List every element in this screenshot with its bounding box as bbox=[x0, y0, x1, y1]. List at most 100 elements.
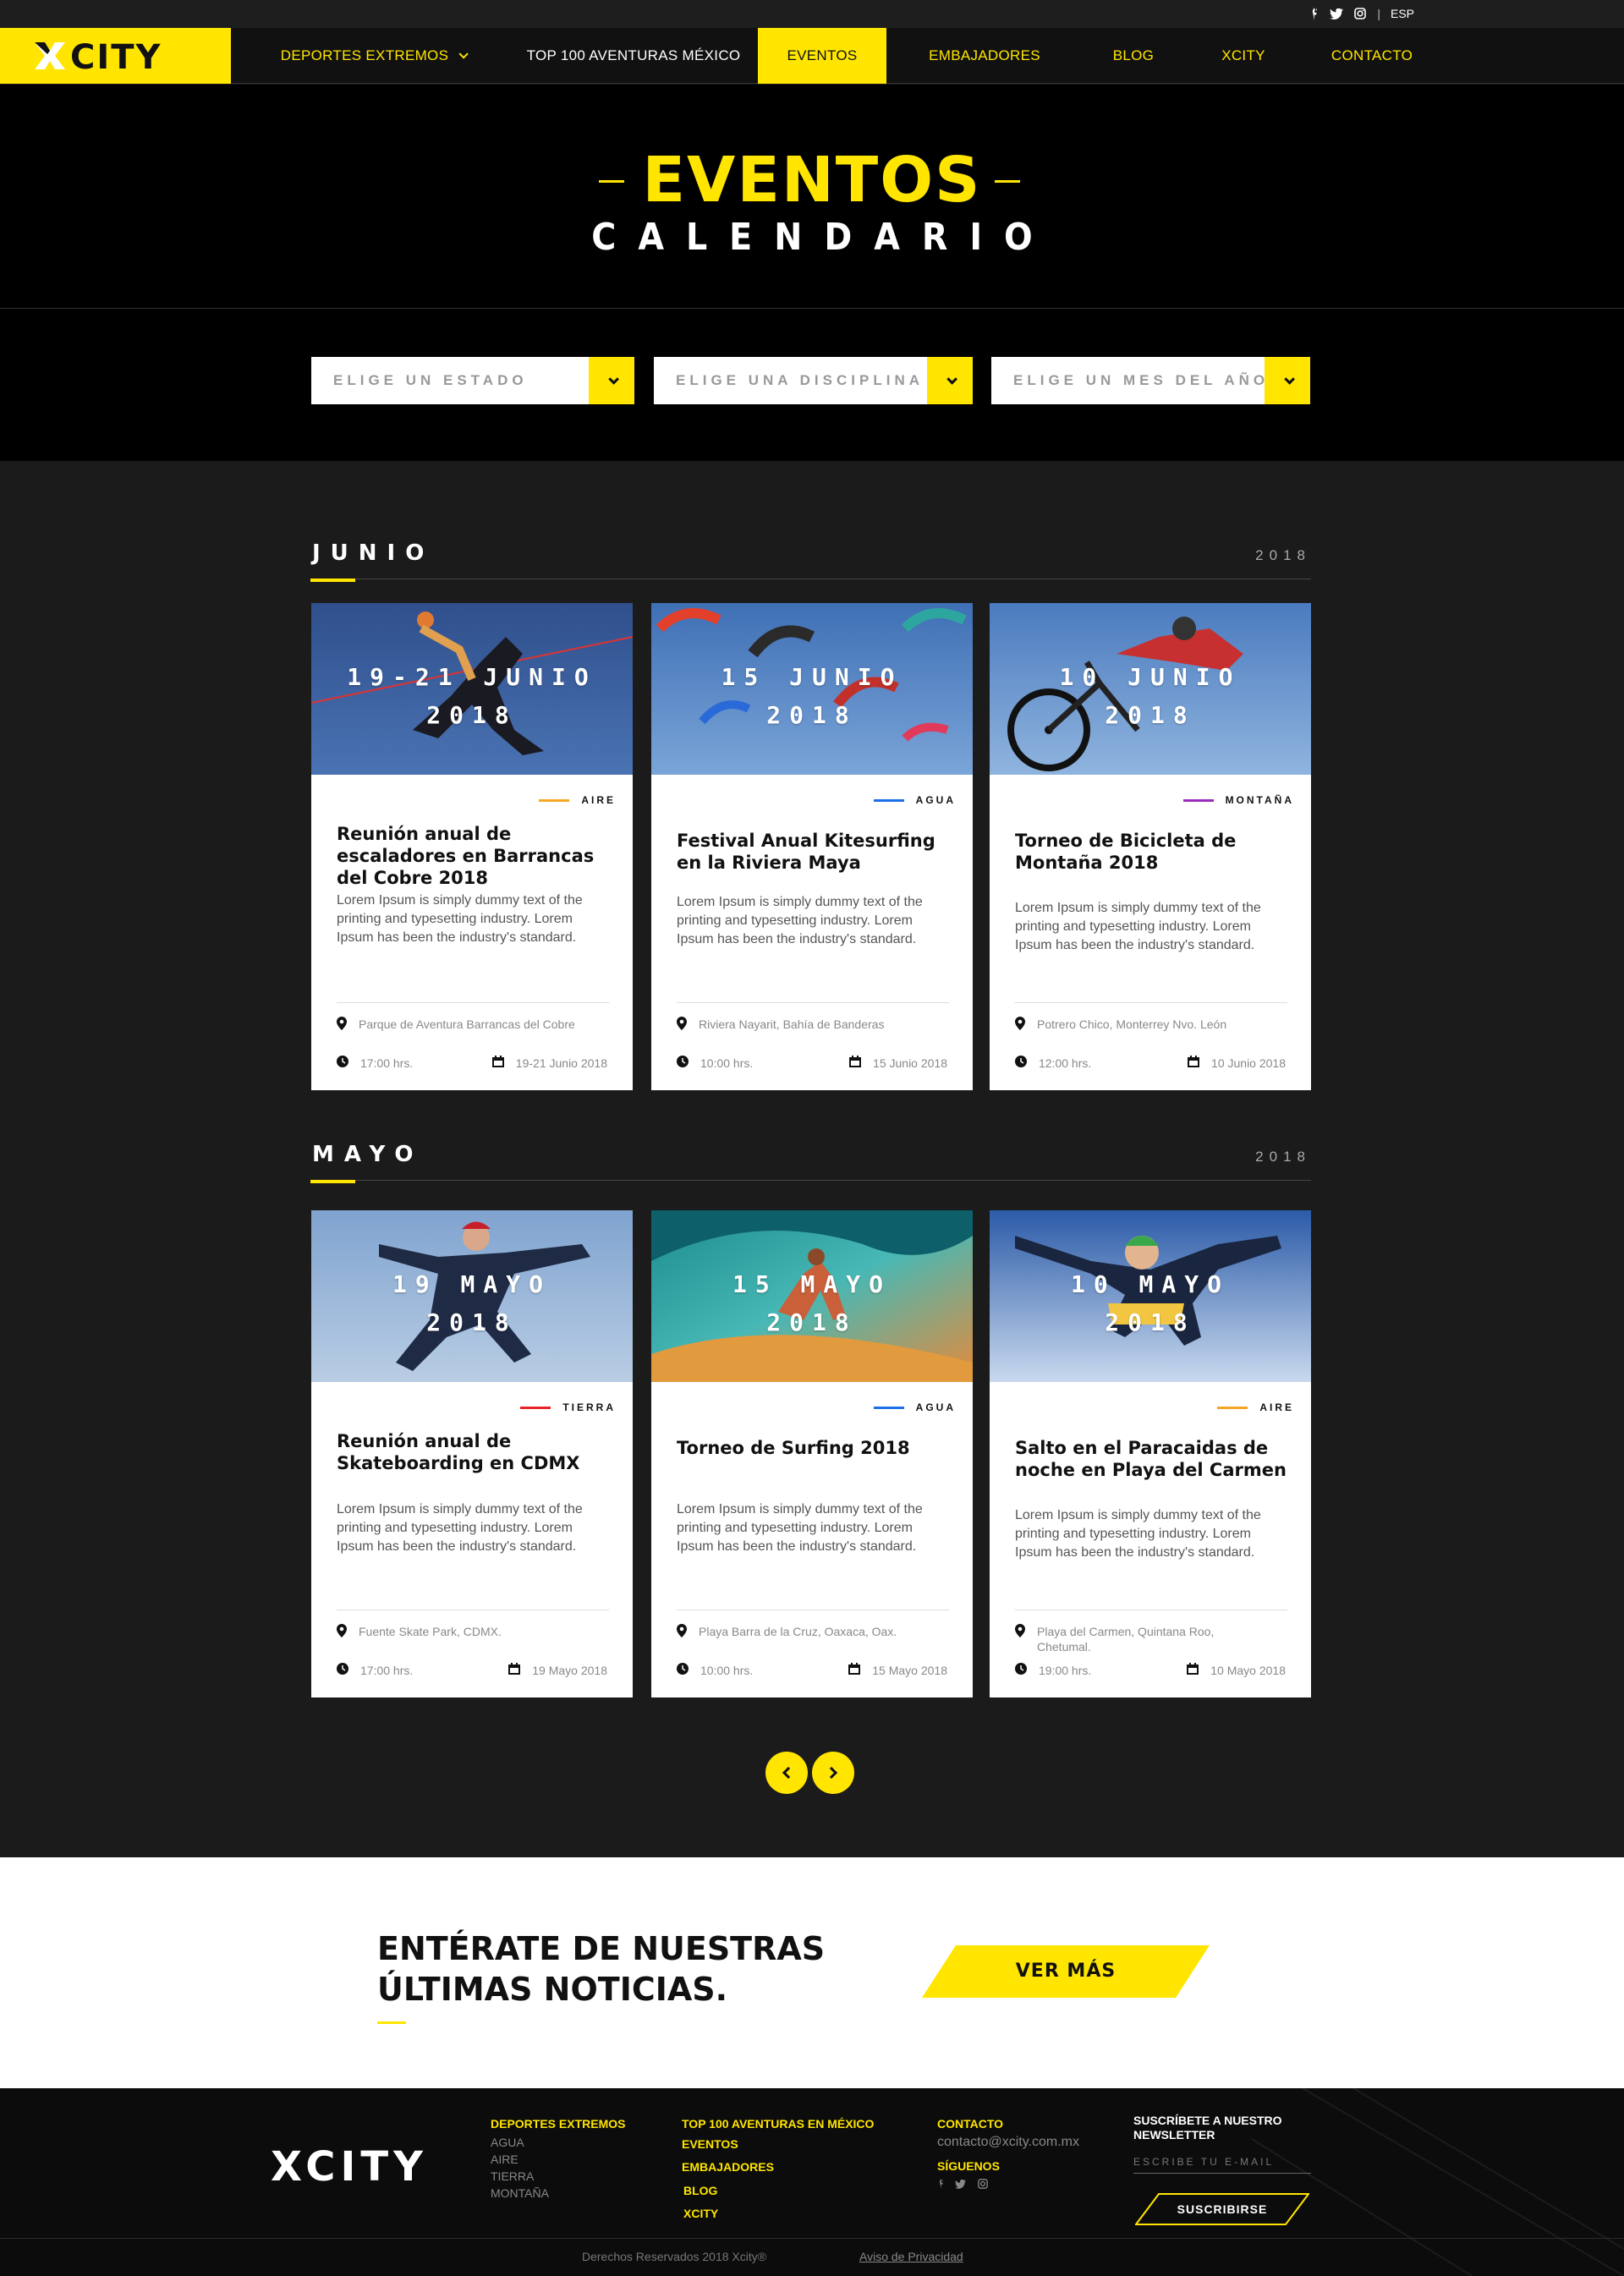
chevron-down-icon[interactable] bbox=[1265, 357, 1310, 404]
facebook-icon[interactable] bbox=[937, 2178, 943, 2193]
date-text: 15 Mayo 2018 bbox=[872, 1663, 947, 1677]
event-title[interactable]: Festival Anual Kitesurfing en la Riviera… bbox=[677, 830, 956, 874]
next-page-button[interactable] bbox=[812, 1752, 854, 1794]
nav-blog[interactable]: BLOG bbox=[1091, 28, 1176, 84]
category-label: AIRE bbox=[1259, 1401, 1294, 1413]
calendar-icon bbox=[848, 1663, 861, 1677]
estado-select[interactable]: ELIGE UN ESTADO bbox=[311, 357, 634, 404]
chevron-down-icon[interactable] bbox=[927, 357, 973, 404]
event-image: 15 MAYO 2018 bbox=[651, 1210, 973, 1382]
footer-deportes-head[interactable]: DEPORTES EXTREMOS bbox=[491, 2114, 625, 2134]
date-line1: 15 MAYO bbox=[732, 1270, 892, 1298]
privacy-link[interactable]: Aviso de Privacidad bbox=[859, 2250, 963, 2263]
twitter-icon[interactable] bbox=[955, 2178, 966, 2193]
date-text: 19 Mayo 2018 bbox=[532, 1663, 607, 1677]
event-location: Playa del Carmen, Quintana Roo, Chetumal… bbox=[1015, 1624, 1269, 1654]
cta-title-line2: ÚLTIMAS NOTICIAS. bbox=[377, 1971, 728, 2008]
event-title[interactable]: Torneo de Surfing 2018 bbox=[677, 1437, 956, 1459]
event-description: Lorem Ipsum is simply dummy text of the … bbox=[337, 893, 583, 945]
event-card[interactable]: 15 MAYO 2018 AGUA Torneo de Surfing 2018 … bbox=[651, 1210, 973, 1697]
cta-title-line1: ENTÉRATE DE NUESTRAS bbox=[377, 1930, 826, 1967]
time-text: 19:00 hrs. bbox=[1039, 1663, 1092, 1677]
instagram-icon[interactable] bbox=[978, 2178, 988, 2193]
footer-link-aire[interactable]: AIRE bbox=[491, 2151, 625, 2168]
footer-link-agua[interactable]: AGUA bbox=[491, 2134, 625, 2151]
instagram-icon[interactable] bbox=[1353, 7, 1367, 20]
footer-link-embajadores[interactable]: EMBAJADORES bbox=[682, 2154, 874, 2180]
footer-link-montana[interactable]: MONTAÑA bbox=[491, 2185, 625, 2202]
event-meta: 19:00 hrs. 10 Mayo 2018 bbox=[1015, 1663, 1286, 1677]
event-description: Lorem Ipsum is simply dummy text of the … bbox=[1015, 1508, 1261, 1560]
footer-contact-head[interactable]: CONTACTO bbox=[937, 2114, 1079, 2134]
event-card[interactable]: 19 MAYO 2018 TIERRA Reunión anual de Skat… bbox=[311, 1210, 633, 1697]
event-card[interactable]: 10 JUNIO 2018 MONTAÑA Torneo de Bicicleta… bbox=[990, 603, 1311, 1090]
chevron-down-icon[interactable] bbox=[589, 357, 634, 404]
event-card[interactable]: 15 JUNIO 2018 AGUA Festival Anual Kitesur… bbox=[651, 603, 973, 1090]
event-card[interactable]: 19-21 JUNIO 2018 AIRE Reunión anual de es… bbox=[311, 603, 633, 1090]
footer: XCITY DEPORTES EXTREMOS AGUA AIRE TIERRA… bbox=[0, 2088, 1624, 2276]
category-label: AIRE bbox=[581, 794, 616, 806]
event-location: Potrero Chico, Monterrey Nvo. León bbox=[1015, 1017, 1269, 1034]
prev-page-button[interactable] bbox=[765, 1752, 808, 1794]
location-text: Playa del Carmen, Quintana Roo, Chetumal… bbox=[1037, 1625, 1215, 1654]
footer-follow-head: SÍGUENOS bbox=[937, 2159, 1000, 2173]
time-text: 10:00 hrs. bbox=[700, 1663, 754, 1677]
footer-link-blog[interactable]: BLOG bbox=[682, 2180, 874, 2202]
nav-label: EVENTOS bbox=[787, 47, 858, 63]
category-dash bbox=[873, 1406, 904, 1409]
event-title[interactable]: Salto en el Paracaidas de noche en Playa… bbox=[1015, 1437, 1294, 1481]
date-line1: 10 MAYO bbox=[1070, 1270, 1230, 1298]
nav-embajadores[interactable]: EMBAJADORES bbox=[914, 28, 1056, 84]
time-text: 10:00 hrs. bbox=[700, 1056, 754, 1070]
mes-placeholder: ELIGE UN MES DEL AÑO bbox=[1013, 372, 1270, 388]
language-selector[interactable]: ESP bbox=[1391, 7, 1414, 20]
disciplina-select[interactable]: ELIGE UNA DISCIPLINA bbox=[654, 357, 973, 404]
footer-col-newsletter: SUSCRÍBETE A NUESTRO NEWSLETTER bbox=[1133, 2114, 1320, 2142]
nav-label: EMBAJADORES bbox=[929, 47, 1040, 63]
xcity-logo: CITY bbox=[34, 39, 162, 73]
logo[interactable]: CITY bbox=[0, 28, 231, 84]
subscribe-label: SUSCRIBIRSE bbox=[1177, 2202, 1268, 2216]
ver-mas-button[interactable]: VER MÁS bbox=[922, 1945, 1210, 1998]
nav-xcity[interactable]: XCITY bbox=[1201, 28, 1286, 84]
social-links: | ESP bbox=[1306, 7, 1414, 20]
svg-text:CITY: CITY bbox=[70, 39, 162, 73]
twitter-icon[interactable] bbox=[1330, 7, 1344, 20]
footer-email-link[interactable]: contacto@xcity.com.mx bbox=[937, 2134, 1079, 2151]
month-name: MAYO bbox=[312, 1142, 424, 1167]
event-time: 17:00 hrs. bbox=[337, 1663, 413, 1677]
nav-contacto[interactable]: CONTACTO bbox=[1309, 28, 1435, 84]
nav-deportes-extremos[interactable]: DEPORTES EXTREMOS bbox=[276, 28, 470, 84]
event-date: 15 Mayo 2018 bbox=[848, 1663, 947, 1677]
clock-icon bbox=[677, 1056, 689, 1070]
event-location: Playa Barra de la Cruz, Oaxaca, Oax. bbox=[677, 1624, 930, 1641]
footer-link-eventos[interactable]: EVENTOS bbox=[682, 2134, 874, 2154]
estado-placeholder: ELIGE UN ESTADO bbox=[333, 372, 528, 388]
footer-link-tierra[interactable]: TIERRA bbox=[491, 2168, 625, 2185]
page-subtitle: CALENDARIO bbox=[591, 216, 1055, 259]
mes-select[interactable]: ELIGE UN MES DEL AÑO bbox=[991, 357, 1310, 404]
date-line1: 10 JUNIO bbox=[1059, 663, 1242, 691]
category-tag: TIERRA bbox=[520, 1401, 616, 1413]
disciplina-placeholder: ELIGE UNA DISCIPLINA bbox=[676, 372, 924, 388]
event-image: 15 JUNIO 2018 bbox=[651, 603, 973, 775]
event-title[interactable]: Reunión anual de Skateboarding en CDMX bbox=[337, 1430, 616, 1474]
nav-top-100[interactable]: TOP 100 AVENTURAS MÉXICO bbox=[521, 28, 746, 84]
map-pin-icon bbox=[337, 1017, 347, 1034]
calendar-icon bbox=[1188, 1056, 1200, 1070]
date-line1: 19-21 JUNIO bbox=[347, 663, 597, 691]
event-date-overlay: 10 MAYO 2018 bbox=[990, 1265, 1311, 1341]
footer-logo[interactable]: XCITY bbox=[271, 2143, 428, 2191]
event-date-overlay: 10 JUNIO 2018 bbox=[990, 658, 1311, 734]
event-title[interactable]: Reunión anual de escaladores en Barranca… bbox=[337, 823, 616, 889]
facebook-icon[interactable] bbox=[1306, 7, 1320, 20]
newsletter-email-input[interactable]: ESCRIBE TU E-MAIL bbox=[1133, 2156, 1311, 2174]
event-title[interactable]: Torneo de Bicicleta de Montaña 2018 bbox=[1015, 830, 1294, 874]
footer-link-top100[interactable]: TOP 100 AVENTURAS EN MÉXICO bbox=[682, 2114, 874, 2134]
subscribe-button[interactable]: SUSCRIBIRSE bbox=[1135, 2193, 1309, 2225]
event-card[interactable]: 10 MAYO 2018 AIRE Salto en el Paracaidas … bbox=[990, 1210, 1311, 1697]
calendar-icon bbox=[1187, 1663, 1199, 1677]
chevron-left-icon bbox=[782, 1766, 795, 1780]
nav-eventos[interactable]: EVENTOS bbox=[758, 28, 886, 84]
footer-link-xcity[interactable]: XCITY bbox=[682, 2202, 874, 2225]
